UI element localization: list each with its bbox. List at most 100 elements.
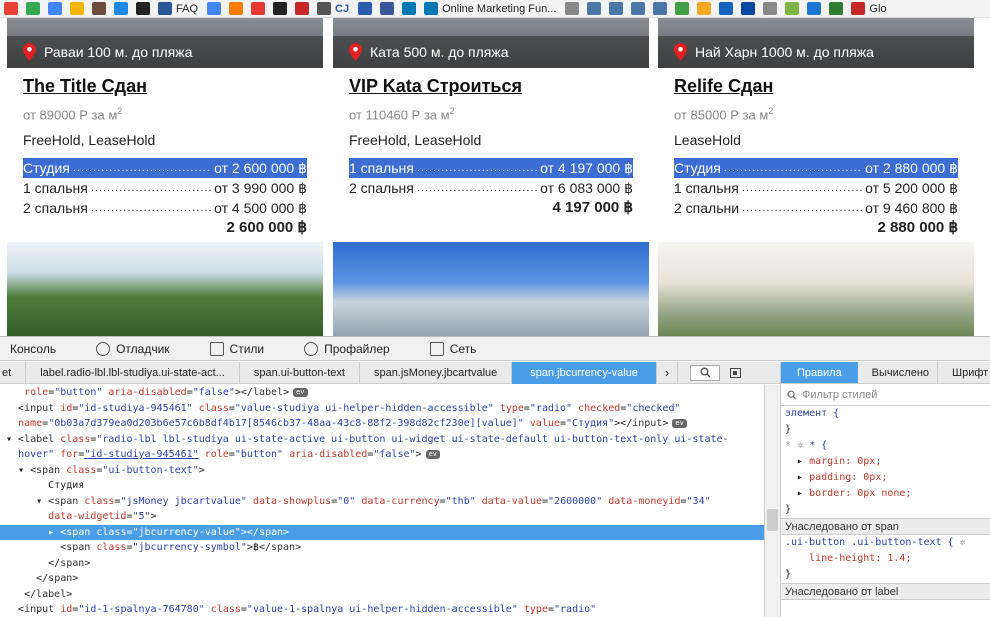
breadcrumb: et label.radio-lbl.lbl-studiya.ui-state-… [0, 361, 780, 384]
bookmark-icon[interactable] [719, 2, 734, 15]
source-line[interactable]: <input id="id-studiya-945461" class="val… [0, 401, 764, 417]
bookmark-icon[interactable] [114, 2, 128, 15]
location-pin-icon [349, 43, 362, 61]
rule-property[interactable]: ▸ border: 0px none; [781, 486, 990, 502]
tab-rules[interactable]: Правила [781, 362, 858, 383]
bookmark-glo[interactable]: Glo [869, 3, 886, 15]
tab-fonts[interactable]: Шрифт [937, 362, 990, 383]
bookmark-icon[interactable] [273, 2, 288, 15]
bookmarks-bar: FAQ CJ Online Marketing Fun... Glo [0, 0, 990, 18]
vk-icon[interactable] [609, 2, 624, 15]
tab-console[interactable]: Консоль [0, 337, 66, 361]
room-price: от 3 990 000 ฿ [214, 179, 307, 196]
source-line[interactable]: <input id="id-1-spalnya-764780" class="v… [0, 602, 764, 617]
bookmark-icon[interactable] [92, 2, 106, 15]
bookmark-icon[interactable] [807, 2, 822, 15]
room-option[interactable]: Студия..................................… [674, 158, 958, 178]
tab-styles[interactable]: Стили [200, 337, 275, 361]
source-line[interactable]: data-widgetid="5"> [0, 509, 764, 525]
maps-icon[interactable] [26, 2, 40, 15]
listing-photo[interactable]: Ката 500 м. до пляжа [333, 18, 649, 68]
breadcrumb-item[interactable]: span.jsMoney.jbcartvalue [360, 361, 513, 384]
tab-computed[interactable]: Вычислено [858, 362, 937, 383]
bookmark-icon[interactable] [48, 2, 62, 15]
bookmark-icon[interactable] [675, 2, 690, 15]
source-line[interactable]: </span> [0, 571, 764, 587]
room-option[interactable]: 2 спальня...............................… [349, 178, 633, 198]
bookmark-icon[interactable] [697, 2, 712, 15]
listing-photo[interactable]: Най Харн 1000 м. до пляжа [658, 18, 974, 68]
listing-title[interactable]: The Title Сдан [23, 76, 323, 98]
listing-photo[interactable] [333, 242, 649, 336]
linkedin-icon[interactable] [402, 2, 417, 15]
style-filter[interactable]: Фильтр стилей [781, 384, 990, 406]
rule-property[interactable]: ▸ padding: 0px; [781, 470, 990, 486]
source-line[interactable]: hover" for="id-studiya-945461" role="but… [0, 447, 764, 463]
scrollbar-thumb[interactable] [767, 509, 778, 531]
room-option[interactable]: 2 спальни...............................… [674, 198, 958, 218]
source-line[interactable]: name="0b03a7d379ea0d203b6e57c6b8df4b17[8… [0, 416, 764, 432]
breadcrumb-item-active[interactable]: span.jbcurrency-value [512, 361, 657, 384]
bookmark-icon[interactable] [70, 2, 84, 15]
bookmark-icon[interactable] [763, 2, 778, 15]
bookmark-icon[interactable] [295, 2, 310, 15]
bookmark-icon[interactable] [785, 2, 800, 15]
bookmark-icon[interactable] [358, 2, 373, 15]
bookmark-icon[interactable] [136, 2, 150, 15]
room-option[interactable]: 1 спальня...............................… [349, 158, 633, 178]
inherited-header: Унаследовано от span [781, 518, 990, 535]
room-name: Студия [674, 160, 721, 176]
source-line[interactable]: ▾ <span class="jsMoney jbcartvalue" data… [0, 494, 764, 510]
listing-title[interactable]: VIP Kata Строиться [349, 76, 649, 98]
breadcrumb-item[interactable]: label.radio-lbl.lbl-studiya.ui-state-act… [26, 361, 240, 384]
room-option[interactable]: 1 спальня...............................… [23, 178, 307, 198]
room-option[interactable]: 1 спальня...............................… [674, 178, 958, 198]
bookmark-icon[interactable] [317, 2, 332, 15]
vk-icon[interactable] [587, 2, 602, 15]
source-line[interactable]: Студия [0, 478, 764, 494]
bookmark-icon[interactable] [229, 2, 244, 15]
tab-network[interactable]: Сеть [420, 337, 487, 361]
listing-photo[interactable] [7, 242, 323, 336]
bookmark-icon[interactable] [158, 2, 172, 15]
source-line[interactable]: ▾ <label class="radio-lbl lbl-studiya ui… [0, 432, 764, 448]
markup-scrollbar[interactable] [764, 385, 780, 617]
source-line[interactable]: role="button" aria-disabled="false"></la… [0, 385, 764, 401]
bookmark-icon[interactable] [207, 2, 222, 15]
room-option[interactable]: Студия..................................… [23, 158, 307, 178]
bookmark-icon[interactable] [829, 2, 844, 15]
breadcrumb-item[interactable]: span.ui-button-text [240, 361, 360, 384]
source-line[interactable]: ▾ <span class="ui-button-text"> [0, 463, 764, 479]
chevron-right-icon[interactable]: › [657, 361, 679, 384]
markup-view[interactable]: role="button" aria-disabled="false"></la… [0, 385, 764, 617]
linkedin-icon[interactable] [424, 2, 439, 15]
tab-debugger[interactable]: Отладчик [86, 337, 179, 361]
tab-label: Профайлер [324, 341, 390, 356]
bookmark-faq[interactable]: FAQ [176, 3, 198, 15]
source-line[interactable]: </label> [0, 587, 764, 603]
bookmark-icon[interactable] [851, 2, 866, 15]
rule-property[interactable]: ▸ margin: 0px; [781, 454, 990, 470]
bookmark-cj[interactable]: CJ [335, 3, 349, 15]
rule-property[interactable]: line-height: 1.4; [781, 551, 990, 567]
listing-photo[interactable]: Раваи 100 м. до пляжа [7, 18, 323, 68]
listing-photo[interactable] [658, 242, 974, 336]
panel-toggle-icon[interactable] [730, 367, 742, 378]
tab-profiler[interactable]: Профайлер [294, 337, 400, 361]
source-line-selected[interactable]: ▸ <span class="jbcurrency-value"></span> [0, 524, 764, 540]
price-sup: 2 [768, 106, 774, 116]
listing-title[interactable]: Relife Сдан [674, 76, 974, 98]
search-button[interactable] [690, 364, 721, 381]
facebook-icon[interactable] [380, 2, 395, 15]
bookmark-icon[interactable] [565, 2, 580, 15]
room-option[interactable]: 2 спальня...............................… [23, 198, 307, 218]
bookmark-icon[interactable] [741, 2, 756, 15]
breadcrumb-item[interactable]: et [0, 361, 27, 384]
source-line[interactable]: <span class="jbcurrency-symbol">฿</span> [0, 540, 764, 556]
source-line[interactable]: </span> [0, 556, 764, 572]
bookmark-online-marketing[interactable]: Online Marketing Fun... [442, 3, 556, 15]
bookmark-icon[interactable] [653, 2, 668, 15]
bookmark-icon[interactable] [631, 2, 646, 15]
bookmark-icon[interactable] [4, 2, 18, 15]
bookmark-icon[interactable] [251, 2, 266, 15]
